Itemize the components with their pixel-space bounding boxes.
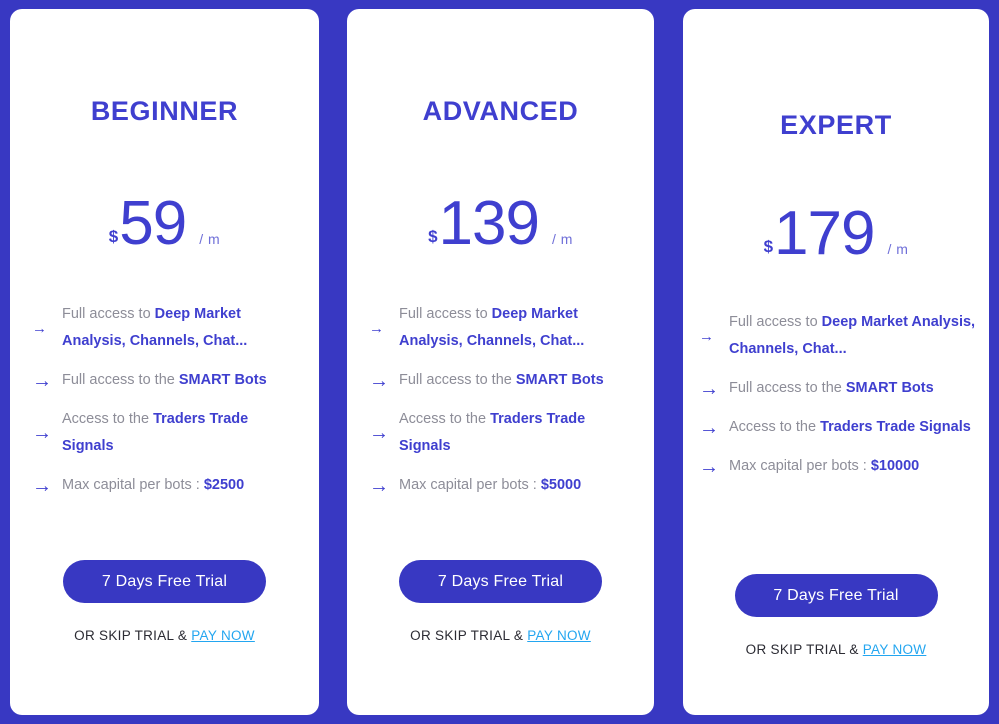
feature-text: Full access to Deep Market Analysis, Cha… — [729, 309, 977, 363]
feature-text-plain: Full access to — [729, 314, 822, 330]
feature-text-plain: Max capital per bots : — [729, 458, 871, 474]
feature-text-emphasis: SMART Bots — [845, 380, 934, 396]
plan-title: ADVANCED — [422, 96, 579, 126]
arrow-right-icon: → — [32, 474, 52, 497]
feature-item: → Full access to the SMART Bots — [32, 367, 301, 394]
feature-text: Full access to the SMART Bots — [62, 367, 301, 394]
feature-text: Access to the Traders Trade Signals — [729, 414, 977, 441]
feature-item: → Access to the Traders Trade Signals — [699, 414, 977, 441]
card-footer: 7 Days Free Trial OR SKIP TRIAL & PAY NOW — [10, 560, 319, 643]
price-currency: $ — [763, 237, 774, 256]
feature-text: Full access to Deep Market Analysis, Cha… — [62, 301, 301, 355]
feature-text-plain: Full access to the — [62, 372, 179, 388]
feature-item: → Max capital per bots : $10000 — [699, 453, 977, 480]
arrow-right-icon: → — [369, 369, 389, 392]
price-row: $59/ m — [10, 193, 319, 255]
feature-item: → Full access to the SMART Bots — [369, 367, 636, 394]
feature-list: → Full access to Deep Market Analysis, Ch… — [347, 301, 654, 499]
arrow-right-icon: → — [369, 474, 389, 497]
skip-trial-label: OR SKIP TRIAL & — [745, 642, 863, 657]
feature-text-plain: Full access to the — [729, 380, 846, 396]
skip-trial-line: OR SKIP TRIAL & PAY NOW — [347, 628, 654, 643]
price-period: / m — [887, 241, 909, 257]
pricing-card: EXPERT $179/ m → Full access to Deep Market… — [683, 9, 989, 715]
arrow-right-icon: → — [32, 422, 52, 444]
feature-text-plain: Access to the — [62, 411, 154, 427]
feature-item: → Full access to Deep Market Analysis, Ch… — [32, 301, 301, 355]
skip-trial-line: OR SKIP TRIAL & PAY NOW — [683, 642, 989, 657]
price-row: $179/ m — [683, 203, 989, 265]
feature-text-plain: Full access to — [62, 306, 155, 322]
price-amount: 59 — [119, 189, 187, 258]
pay-now-link[interactable]: PAY NOW — [863, 642, 927, 657]
pricing-card: ADVANCED $139/ m → Full access to Deep Mark… — [347, 9, 654, 715]
price-amount: 139 — [438, 189, 540, 258]
free-trial-button[interactable]: 7 Days Free Trial — [399, 560, 602, 603]
feature-item: → Full access to Deep Market Analysis, Ch… — [369, 301, 636, 355]
arrow-right-icon: → — [369, 319, 384, 337]
feature-text-plain: Max capital per bots : — [62, 477, 204, 493]
arrow-right-icon: → — [369, 422, 389, 444]
feature-item: → Full access to Deep Market Analysis, Ch… — [699, 309, 977, 363]
feature-text: Full access to the SMART Bots — [399, 367, 636, 394]
feature-text: Full access to the SMART Bots — [729, 375, 977, 402]
feature-text: Full access to Deep Market Analysis, Cha… — [399, 301, 636, 355]
plan-title: BEGINNER — [90, 96, 239, 126]
feature-text: Max capital per bots : $5000 — [399, 472, 636, 499]
feature-text-emphasis: $2500 — [203, 477, 245, 493]
price-currency: $ — [108, 227, 119, 246]
feature-text-emphasis: Traders Trade Signals — [820, 419, 971, 435]
feature-text: Access to the Traders Trade Signals — [62, 406, 301, 460]
card-content: EXPERT $179/ m → Full access to Deep Market… — [683, 9, 989, 480]
pay-now-link[interactable]: PAY NOW — [527, 628, 591, 643]
price-currency: $ — [428, 227, 438, 246]
feature-item: → Access to the Traders Trade Signals — [369, 406, 636, 460]
pricing-card: BEGINNER $59/ m → Full access to Deep Marke… — [10, 9, 319, 715]
feature-item: → Access to the Traders Trade Signals — [32, 406, 301, 460]
feature-text-plain: Access to the — [729, 419, 821, 435]
price-period: / m — [199, 231, 221, 247]
arrow-right-icon: → — [32, 319, 47, 337]
price-row: $139/ m — [347, 193, 654, 255]
feature-item: → Max capital per bots : $2500 — [32, 472, 301, 499]
free-trial-button[interactable]: 7 Days Free Trial — [63, 560, 266, 603]
price-amount: 179 — [774, 199, 875, 268]
skip-trial-label: OR SKIP TRIAL & — [410, 628, 528, 643]
card-content: ADVANCED $139/ m → Full access to Deep Mark… — [347, 9, 654, 499]
arrow-right-icon: → — [699, 455, 719, 478]
feature-text-emphasis: $5000 — [540, 477, 582, 493]
feature-text-emphasis: $10000 — [870, 458, 920, 474]
free-trial-button[interactable]: 7 Days Free Trial — [734, 574, 938, 617]
feature-text-plain: Access to the — [399, 411, 491, 427]
feature-list: → Full access to Deep Market Analysis, Ch… — [683, 309, 989, 480]
skip-trial-label: OR SKIP TRIAL & — [74, 628, 192, 643]
arrow-right-icon: → — [699, 327, 714, 345]
feature-text-plain: Full access to the — [399, 372, 516, 388]
feature-text: Max capital per bots : $10000 — [729, 453, 977, 480]
skip-trial-line: OR SKIP TRIAL & PAY NOW — [10, 628, 319, 643]
feature-text-plain: Full access to — [399, 306, 492, 322]
card-content: BEGINNER $59/ m → Full access to Deep Marke… — [10, 9, 319, 499]
feature-text-emphasis: SMART Bots — [178, 372, 267, 388]
feature-text: Max capital per bots : $2500 — [62, 472, 301, 499]
card-footer: 7 Days Free Trial OR SKIP TRIAL & PAY NOW — [347, 560, 654, 643]
feature-text-emphasis: SMART Bots — [515, 372, 604, 388]
feature-list: → Full access to Deep Market Analysis, Ch… — [10, 301, 319, 499]
pricing-table: BEGINNER $59/ m → Full access to Deep Marke… — [0, 0, 999, 724]
pay-now-link[interactable]: PAY NOW — [191, 628, 255, 643]
plan-title: EXPERT — [780, 110, 892, 140]
card-footer: 7 Days Free Trial OR SKIP TRIAL & PAY NOW — [683, 574, 989, 657]
arrow-right-icon: → — [699, 416, 719, 439]
feature-item: → Max capital per bots : $5000 — [369, 472, 636, 499]
feature-item: → Full access to the SMART Bots — [699, 375, 977, 402]
price-period: / m — [551, 231, 573, 247]
feature-text: Access to the Traders Trade Signals — [399, 406, 636, 460]
feature-text-plain: Max capital per bots : — [399, 477, 541, 493]
arrow-right-icon: → — [699, 377, 719, 400]
arrow-right-icon: → — [32, 369, 52, 392]
